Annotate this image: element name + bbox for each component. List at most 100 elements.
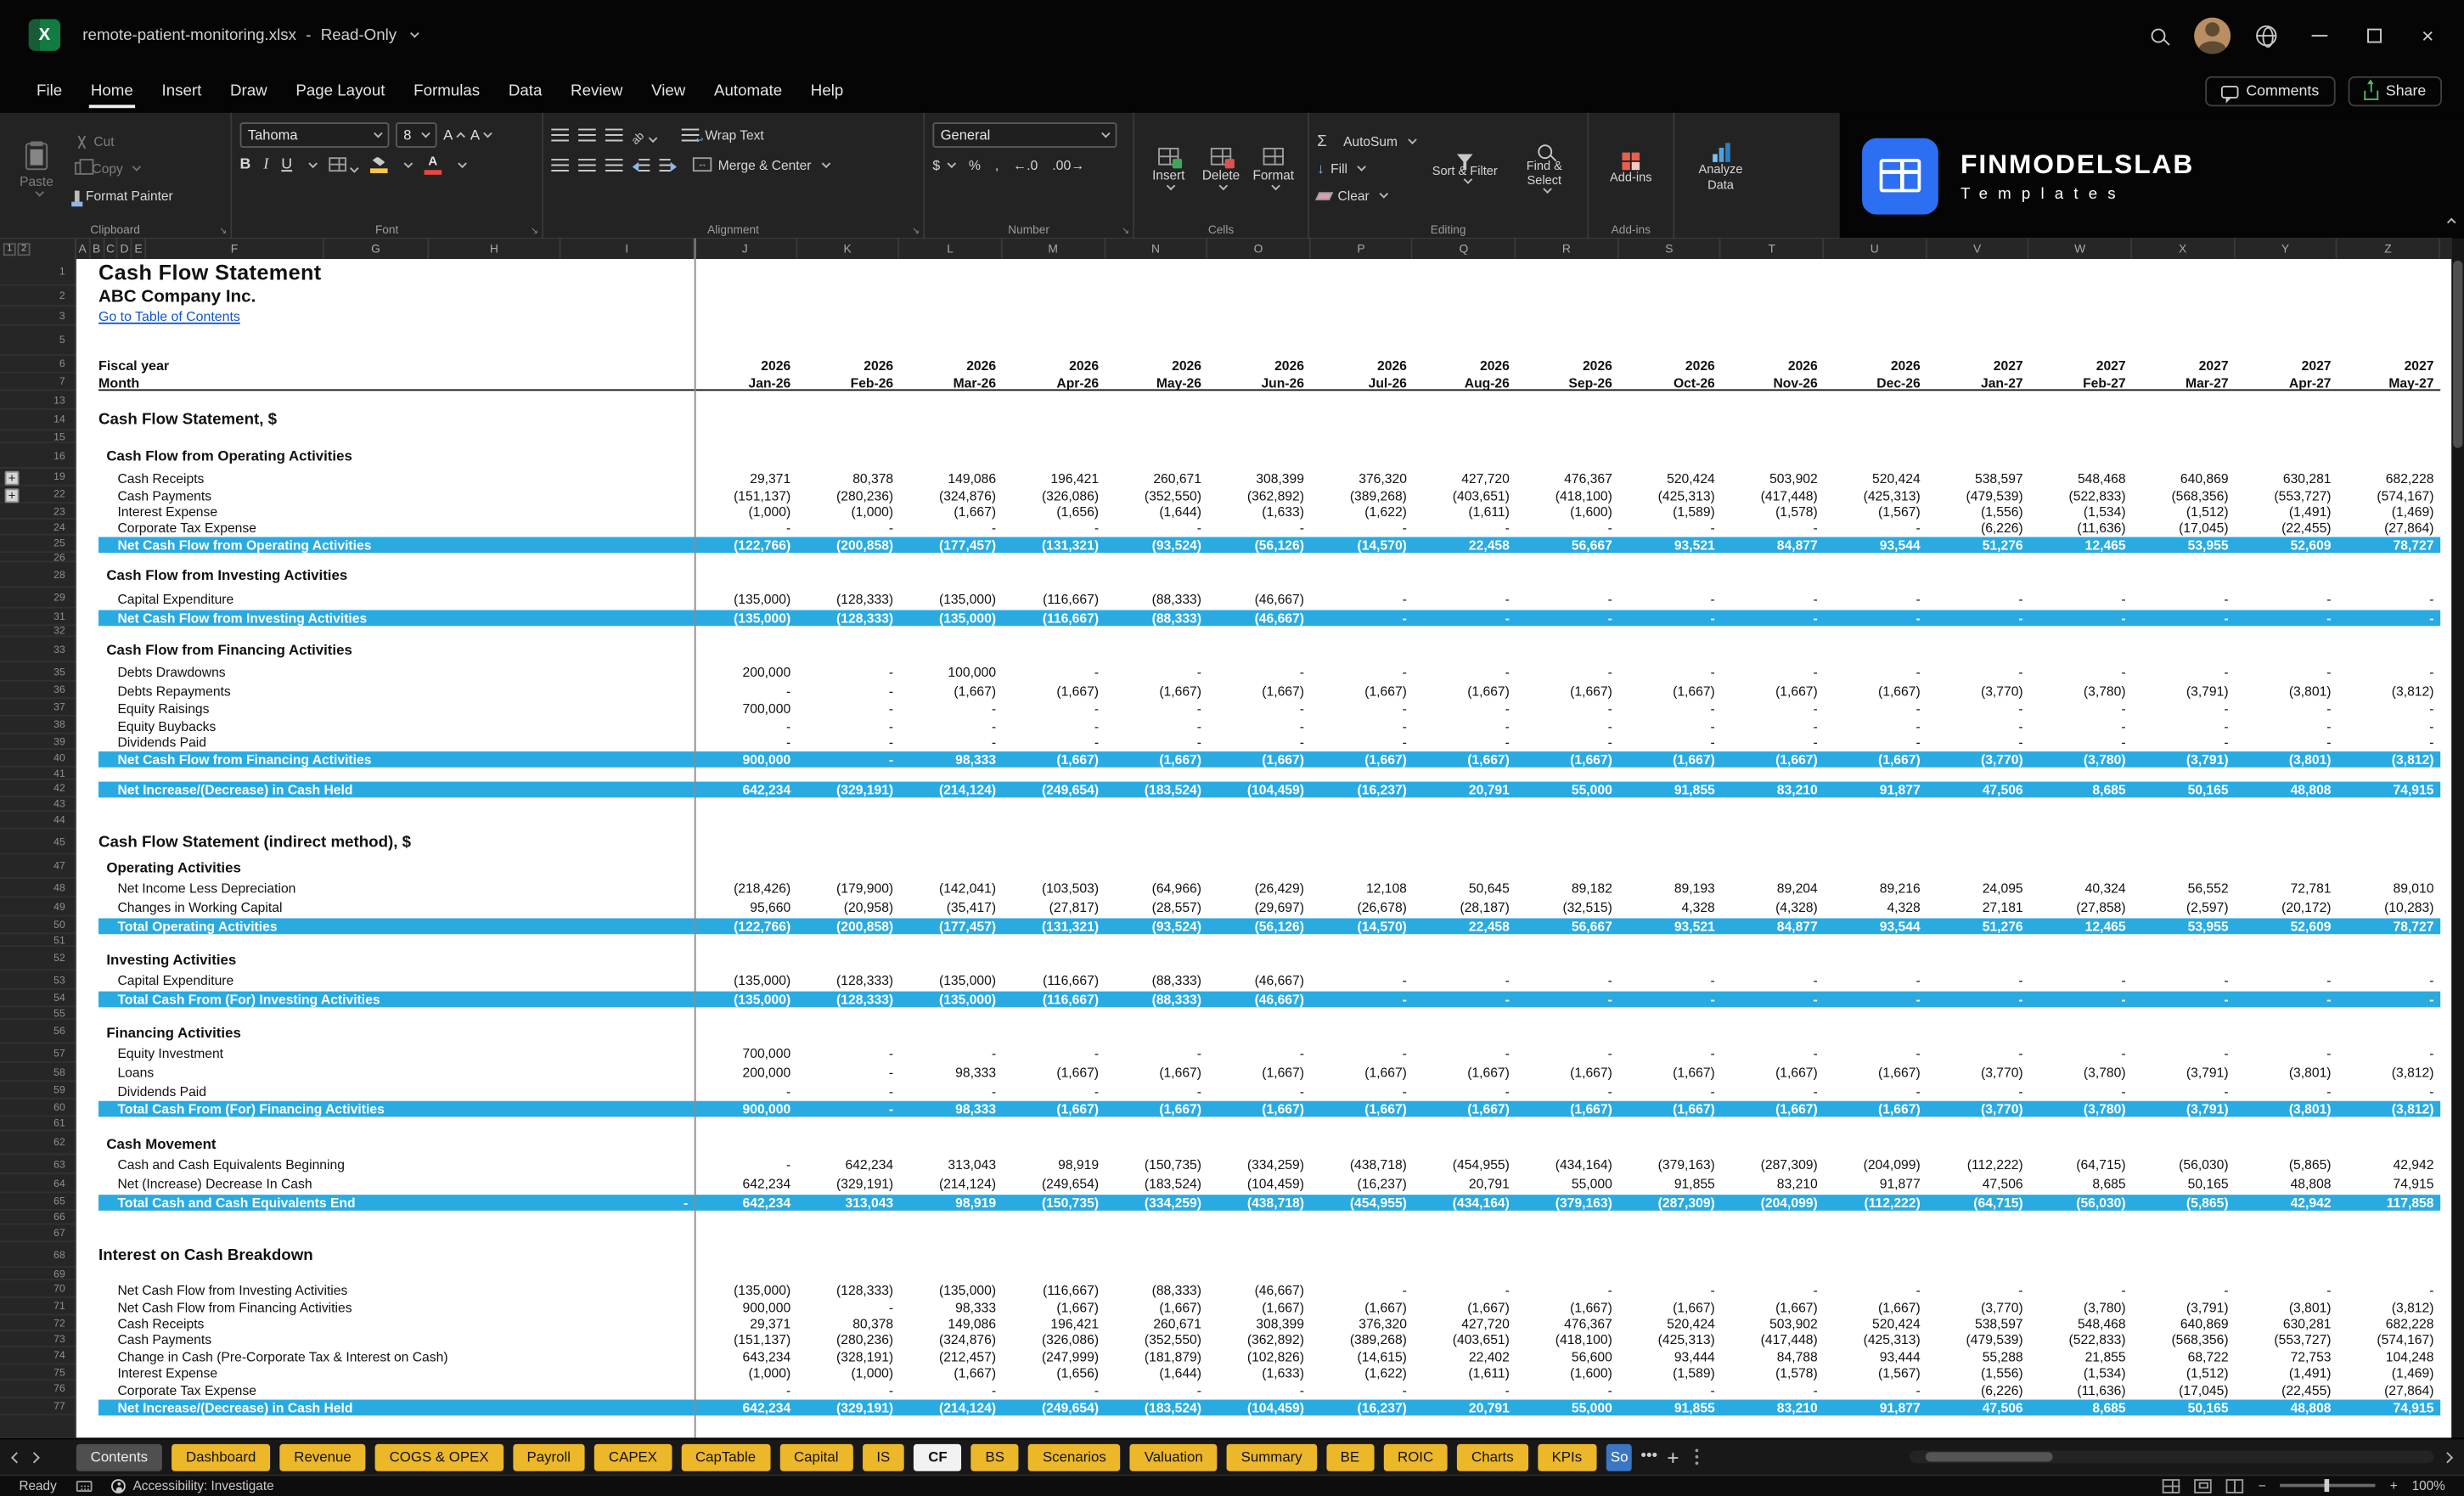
grid-cell[interactable]: (177,457) [900,918,1003,934]
grid-cell[interactable]: (102,826) [1207,1348,1310,1364]
grid-cell[interactable]: - [1824,717,1927,734]
menu-tab-file[interactable]: File [22,75,76,108]
row-label-cell[interactable]: Equity Raisings [76,699,695,717]
grid-cell[interactable]: (27,864) [2337,520,2440,536]
grid-cell[interactable]: - [1413,1045,1516,1061]
grid-cell[interactable]: (1,667) [1618,1065,1721,1081]
grid-cell[interactable]: 2027 [2029,357,2132,373]
row-header-51[interactable]: 51 [0,934,76,947]
grid-cell[interactable]: - [1003,1045,1105,1061]
grid-cell[interactable]: 2026 [1207,357,1310,373]
row-header-59[interactable]: 59 [0,1082,76,1100]
grid-cell[interactable]: Apr-26 [1003,374,1105,391]
grid-cell[interactable]: (417,448) [1721,487,1824,503]
row-label-cell[interactable]: Cash Receipts [76,469,695,486]
grid-cell[interactable]: (1,667) [1516,1065,1618,1081]
grid-cell[interactable]: (135,000) [695,991,797,1007]
row-header-69[interactable]: 69 [0,1268,76,1280]
row-header-28[interactable]: 28 [0,562,76,588]
merge-center-button[interactable]: ↔Merge & Center [693,156,829,172]
grid-cell[interactable]: 53,955 [2132,918,2235,934]
italic-button[interactable]: I [263,156,268,172]
grid-cell[interactable]: - [2235,991,2337,1007]
grid-cell[interactable]: (1,578) [1721,1364,1824,1381]
grid-cell[interactable]: (1,667) [1516,1299,1618,1315]
grid-cell[interactable]: (135,000) [695,610,797,626]
grid-cell[interactable]: (56,126) [1207,918,1310,934]
grid-cell[interactable]: (46,667) [1207,590,1310,606]
grid-cell[interactable]: (16,237) [1310,781,1413,797]
grid-cell[interactable]: 2026 [900,357,1003,373]
grid-cell[interactable]: 2027 [2337,357,2440,373]
grid-cell[interactable]: (11,636) [2029,1381,2132,1398]
format-painter-button[interactable]: Format Painter [75,182,173,209]
grid-cell[interactable]: - [1721,1281,1824,1297]
grid-cell[interactable]: (247,999) [1003,1348,1105,1364]
grid-cell[interactable]: - [2029,991,2132,1007]
grid-cell[interactable]: (324,876) [900,1331,1003,1347]
grid-cell[interactable]: 12,108 [1310,880,1413,897]
grid-cell[interactable]: - [1105,1381,1208,1398]
grid-cell[interactable]: (1,556) [1927,503,2029,520]
grid-cell[interactable]: (1,512) [2132,1364,2235,1381]
grid-cell[interactable]: (46,667) [1207,1281,1310,1297]
grid-cell[interactable]: (1,633) [1207,1364,1310,1381]
grid-cell[interactable]: 700,000 [695,1045,797,1061]
grid-cell[interactable]: 48,808 [2235,1176,2337,1192]
grid-cell[interactable]: (151,137) [695,1331,797,1347]
grid-cell[interactable]: - [2337,1083,2440,1099]
grid-cell[interactable]: (1,667) [900,503,1003,520]
grid-cell[interactable]: (150,735) [1105,1156,1208,1173]
grid-cell[interactable]: (135,000) [900,610,1003,626]
grid-cell[interactable]: - [2337,717,2440,734]
grid-cell[interactable]: (379,163) [1516,1194,1618,1210]
sheet-tab-capital[interactable]: Capital [779,1443,852,1471]
row-header-60[interactable]: 60 [0,1100,76,1117]
row-header-1[interactable]: 1 [0,259,76,286]
grid-cell[interactable]: (56,030) [2029,1194,2132,1210]
grid-cell[interactable]: (16,237) [1310,1176,1413,1192]
grid-cell[interactable]: (142,041) [900,880,1003,897]
row-header-24[interactable]: 24 [0,520,76,536]
grid-cell[interactable]: 200,000 [695,664,797,680]
grid-cell[interactable]: (3,801) [2235,1100,2337,1116]
grid-cell[interactable]: - [797,734,900,750]
grid-cell[interactable]: - [2337,734,2440,750]
grid-cell[interactable]: - [1003,1381,1105,1398]
grid-cell[interactable]: - [1207,664,1310,680]
grid-cell[interactable]: 89,010 [2337,880,2440,897]
grid-cell[interactable]: - [2132,1281,2235,1297]
analyze-data-button[interactable]: Analyze Data [1699,143,1743,194]
grid-cell[interactable]: (218,426) [695,880,797,897]
grid-cell[interactable]: (1,667) [1105,1299,1208,1315]
row-header-65[interactable]: 65 [0,1193,76,1211]
row-header-66[interactable]: 66 [0,1211,76,1225]
percent-style-button[interactable]: % [969,156,981,172]
grid-cell[interactable]: (151,137) [695,487,797,503]
grid-cell[interactable]: - [1721,590,1824,606]
grid-cell[interactable]: 4,328 [1618,899,1721,915]
align-top-button[interactable] [551,128,569,141]
grid-cell[interactable]: - [2235,590,2337,606]
grid-cell[interactable]: - [1207,1045,1310,1061]
row-header-31[interactable]: 31 [0,609,76,627]
grid-cell[interactable]: (1,000) [797,1364,900,1381]
row-header-52[interactable]: 52 [0,947,76,970]
grid-cell[interactable]: (362,892) [1207,1331,1310,1347]
row-header-41[interactable]: 41 [0,768,76,780]
grid-cell[interactable]: (20,172) [2235,899,2337,915]
grid-cell[interactable]: - [1310,1381,1413,1398]
row-label-cell[interactable]: Cash Payments [76,486,695,504]
grid-cell[interactable]: 104,248 [2337,1348,2440,1364]
alignment-dialog-launcher[interactable]: ↘ [912,226,920,237]
row-label-cell[interactable]: Cash Flow from Financing Activities [76,637,695,662]
grid-cell[interactable]: - [2132,590,2235,606]
grid-cell[interactable]: 2027 [2132,357,2235,373]
grid-cell[interactable]: - [2337,700,2440,716]
grid-cell[interactable]: (35,417) [900,899,1003,915]
grid-cell[interactable]: (326,086) [1003,487,1105,503]
decrease-decimal-button[interactable]: .00→ [1052,156,1084,172]
grid-cell[interactable]: - [1310,590,1413,606]
row-header-36[interactable]: 36 [0,682,76,700]
grid-cell[interactable]: 56,600 [1516,1348,1618,1364]
